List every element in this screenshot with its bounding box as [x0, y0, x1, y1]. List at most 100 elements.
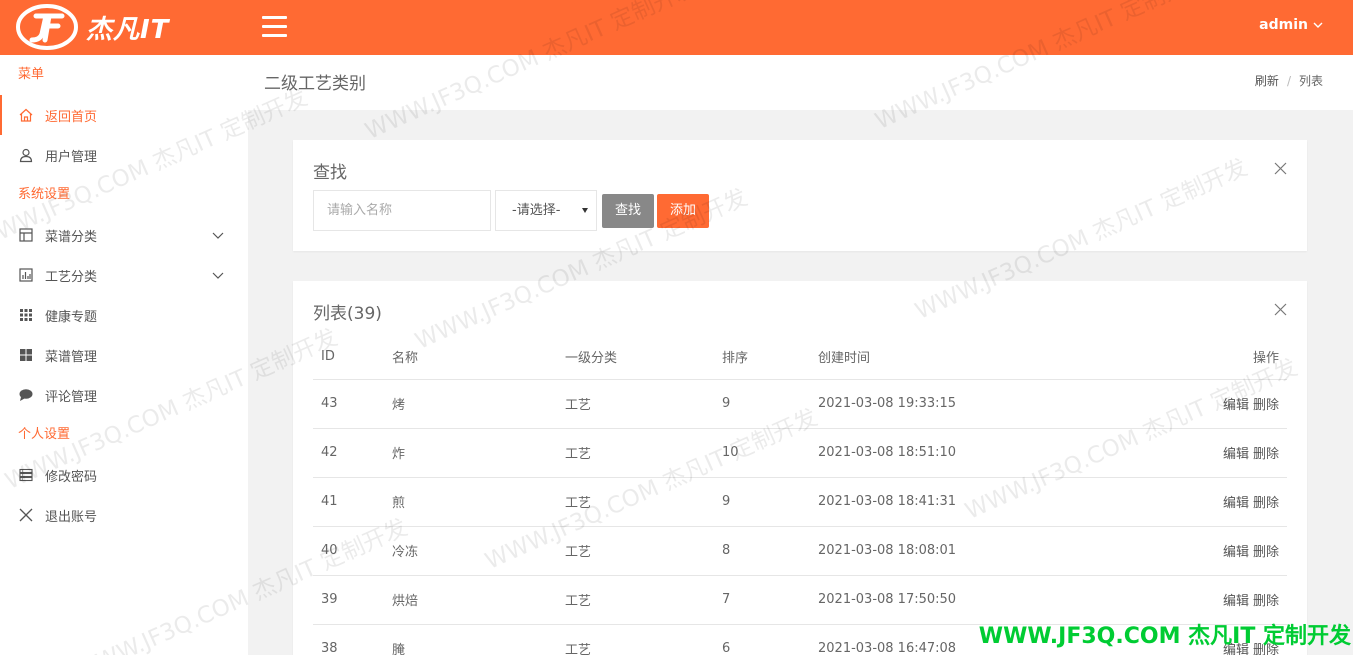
- edit-link[interactable]: 编辑: [1223, 398, 1249, 413]
- delete-link[interactable]: 删除: [1253, 594, 1279, 609]
- cell-name: 炸: [384, 428, 557, 478]
- cell-category: 工艺: [557, 477, 714, 527]
- sidebar-section-title: 系统设置: [18, 187, 71, 202]
- breadcrumb-current: 列表: [1298, 74, 1323, 88]
- search-form: -请选择- 查找 添加: [313, 190, 710, 231]
- chevron-down-icon: [212, 272, 224, 279]
- close-icon[interactable]: [1274, 303, 1287, 316]
- cell-sort: 9: [714, 477, 810, 527]
- sidebar-section-title: 个人设置: [18, 427, 71, 442]
- list-icon: [18, 467, 34, 483]
- user-name: admin: [1259, 17, 1308, 33]
- breadcrumb-separator: /: [1286, 74, 1291, 88]
- edit-link[interactable]: 编辑: [1223, 594, 1249, 609]
- sidebar-item-craft-category[interactable]: 工艺分类: [0, 255, 248, 295]
- cell-actions: 编辑 删除: [1070, 477, 1287, 527]
- sidebar-item-change-password[interactable]: 修改密码: [0, 455, 248, 495]
- breadcrumb: 刷新 / 列表: [1255, 72, 1323, 89]
- cell-name: 烤: [384, 379, 557, 429]
- cell-created: 2021-03-08 19:33:15: [810, 379, 1070, 429]
- sidebar-item-comments[interactable]: 评论管理: [0, 375, 248, 415]
- cell-category: 工艺: [557, 575, 714, 625]
- sidebar-item-label: 菜谱管理: [45, 349, 98, 365]
- delete-link[interactable]: 删除: [1253, 496, 1279, 511]
- cell-created: 2021-03-08 18:41:31: [810, 477, 1070, 527]
- cell-category: 工艺: [557, 624, 714, 655]
- logo-mark-icon: [16, 4, 78, 50]
- cell-category: 工艺: [557, 379, 714, 429]
- sidebar-item-label: 健康专题: [45, 309, 98, 325]
- caret-down-icon: [582, 208, 588, 213]
- brand-logo[interactable]: 杰凡IT: [16, 4, 169, 50]
- chart-icon: [18, 267, 34, 283]
- delete-link[interactable]: 删除: [1253, 545, 1279, 560]
- category-select-value: -请选择-: [512, 203, 561, 218]
- edit-link[interactable]: 编辑: [1223, 545, 1249, 560]
- sidebar-item-label: 工艺分类: [45, 269, 98, 285]
- cell-sort: 6: [714, 624, 810, 655]
- edit-link[interactable]: 编辑: [1223, 447, 1249, 462]
- add-button[interactable]: 添加: [657, 193, 710, 228]
- top-header: 杰凡IT admin: [0, 0, 1353, 55]
- cell-name: 腌: [384, 624, 557, 655]
- sidebar-item-recipe-management[interactable]: 菜谱管理: [0, 335, 248, 375]
- comment-icon: [18, 387, 34, 403]
- column-header-id: ID: [313, 335, 384, 380]
- logo-text: 杰凡IT: [86, 14, 170, 45]
- cell-actions: 编辑 删除: [1070, 575, 1287, 625]
- delete-link[interactable]: 删除: [1253, 398, 1279, 413]
- cell-id: 39: [313, 575, 384, 625]
- close-icon: [18, 507, 34, 523]
- cell-sort: 8: [714, 526, 810, 576]
- breadcrumb-refresh[interactable]: 刷新: [1255, 74, 1279, 88]
- search-button[interactable]: 查找: [602, 193, 655, 228]
- menu-toggle-icon[interactable]: [262, 16, 287, 38]
- sidebar-item-label: 修改密码: [45, 469, 98, 485]
- column-header-category: 一级分类: [557, 335, 714, 380]
- sidebar-item-label: 评论管理: [45, 389, 98, 405]
- cell-name: 煎: [384, 477, 557, 527]
- chevron-down-icon: [212, 232, 224, 239]
- cell-sort: 7: [714, 575, 810, 625]
- layout-icon: [18, 227, 34, 243]
- cell-id: 42: [313, 428, 384, 478]
- user-icon: [18, 147, 34, 163]
- sidebar-item-logout[interactable]: 退出账号: [0, 495, 248, 535]
- sidebar-item-label: 菜谱分类: [45, 229, 98, 245]
- sidebar-item-recipe-category[interactable]: 菜谱分类: [0, 215, 248, 255]
- data-table: ID 名称 一级分类 排序 创建时间 操作 43 烤 工艺 9 2021-03-…: [313, 335, 1287, 655]
- table-row: 40 冷冻 工艺 8 2021-03-08 18:08:01 编辑 删除: [313, 526, 1287, 576]
- main-content: 二级工艺类别 刷新 / 列表 查找 -请选择- 查找 添加 列表(39) ID: [248, 55, 1353, 655]
- search-panel-title: 查找: [313, 163, 347, 183]
- name-search-input[interactable]: [313, 190, 491, 231]
- category-select[interactable]: -请选择-: [495, 190, 597, 231]
- close-icon[interactable]: [1274, 162, 1287, 175]
- table-row: 39 烘焙 工艺 7 2021-03-08 17:50:50 编辑 删除: [313, 575, 1287, 625]
- user-menu[interactable]: admin: [1259, 17, 1323, 33]
- cell-category: 工艺: [557, 428, 714, 478]
- sidebar-section-title: 菜单: [18, 67, 45, 82]
- cell-sort: 9: [714, 379, 810, 429]
- sidebar-item-label: 返回首页: [45, 109, 98, 125]
- column-header-name: 名称: [384, 335, 557, 380]
- sidebar-item-label: 用户管理: [45, 149, 98, 165]
- delete-link[interactable]: 删除: [1253, 447, 1279, 462]
- cell-actions: 编辑 删除: [1070, 379, 1287, 429]
- cell-id: 40: [313, 526, 384, 576]
- cell-category: 工艺: [557, 526, 714, 576]
- cell-actions: 编辑 删除: [1070, 526, 1287, 576]
- list-panel: 列表(39) ID 名称 一级分类 排序 创建时间 操作 43 烤 工艺 9 2…: [293, 281, 1307, 655]
- search-panel: 查找 -请选择- 查找 添加: [293, 140, 1307, 251]
- sidebar-item-health-topic[interactable]: 健康专题: [0, 295, 248, 335]
- cell-created: 2021-03-08 18:08:01: [810, 526, 1070, 576]
- cell-id: 43: [313, 379, 384, 429]
- table-body: 43 烤 工艺 9 2021-03-08 19:33:15 编辑 删除 42 炸 …: [313, 379, 1287, 655]
- chevron-down-icon: [1313, 22, 1323, 28]
- column-header-created: 创建时间: [810, 335, 1070, 380]
- column-header-actions: 操作: [1070, 335, 1287, 380]
- table-row: 41 煎 工艺 9 2021-03-08 18:41:31 编辑 删除: [313, 477, 1287, 527]
- sidebar-item-home[interactable]: 返回首页: [0, 95, 248, 135]
- edit-link[interactable]: 编辑: [1223, 496, 1249, 511]
- table-row: 42 炸 工艺 10 2021-03-08 18:51:10 编辑 删除: [313, 428, 1287, 478]
- sidebar-item-users[interactable]: 用户管理: [0, 135, 248, 175]
